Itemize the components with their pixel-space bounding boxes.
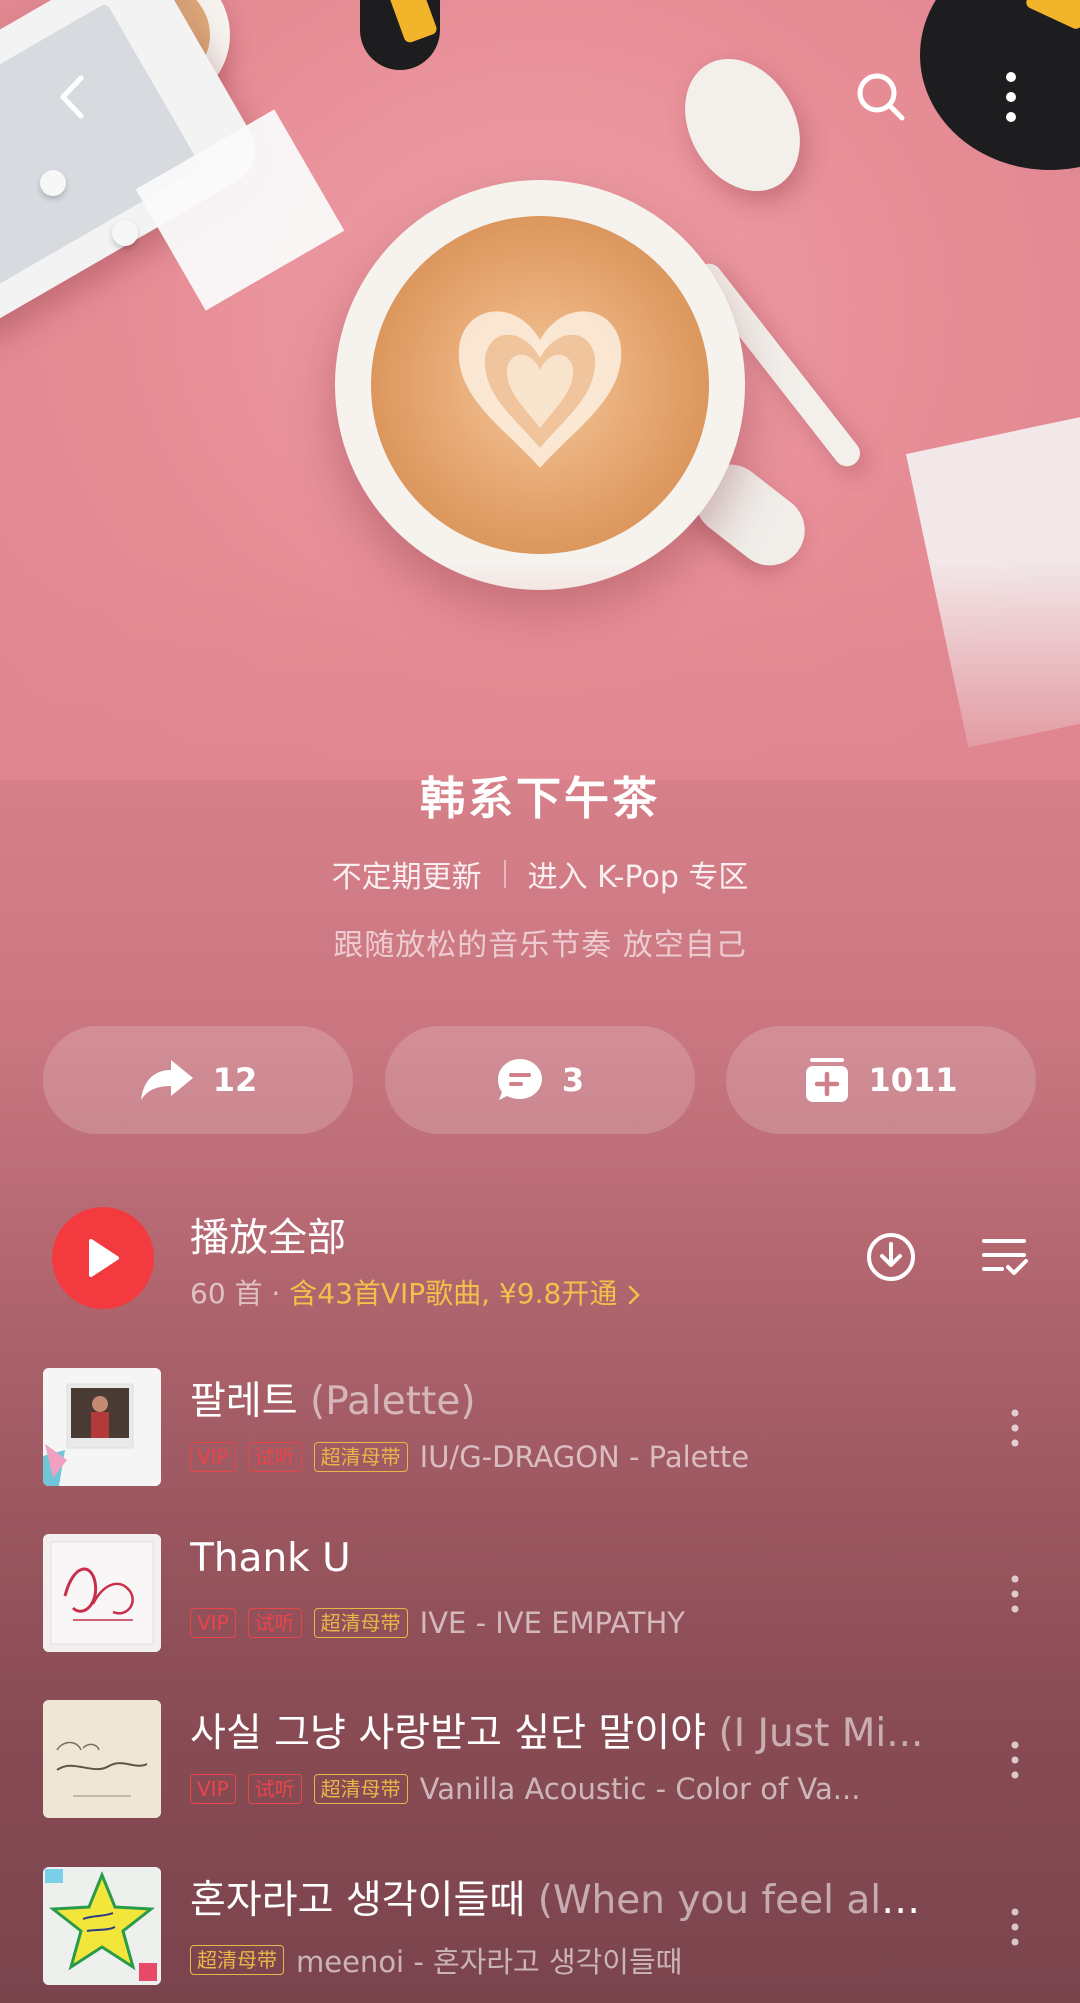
list-check-icon (982, 1239, 1028, 1275)
song-more-button[interactable] (990, 1564, 1040, 1624)
latte-cup (335, 180, 745, 590)
comment-count: 3 (561, 1061, 585, 1099)
preview-badge: 试听 (247, 1442, 302, 1472)
song-row[interactable]: 팔레트 (Palette) VIP 试听 超清母带 IU/G-DRAGON - … (0, 1368, 1080, 1488)
playlist-subinfo: 不定期更新 进入 K-Pop 专区 (0, 852, 1080, 896)
song-row[interactable]: 혼자라고 생각이들때 (When you feel alo... 超清母带 me… (0, 1867, 1080, 1987)
more-vertical-icon (1011, 1908, 1019, 1946)
share-count: 12 (212, 1061, 258, 1099)
vip-badge: VIP (190, 1608, 236, 1638)
download-button[interactable] (856, 1222, 926, 1292)
chevron-left-icon (60, 75, 84, 119)
vip-badge: VIP (190, 1774, 236, 1804)
song-title: Thank U (190, 1536, 940, 1581)
play-all-label[interactable]: 播放全部 (190, 1207, 346, 1263)
master-quality-badge: 超清母带 (190, 1945, 284, 1975)
song-meta: 超清母带 meenoi - 혼자라고 생각이들때 (190, 1939, 950, 1981)
song-row[interactable]: Thank U VIP 试听 超清母带 IVE - IVE EMPATHY (0, 1534, 1080, 1654)
collect-count: 1011 (868, 1061, 958, 1099)
comment-icon (497, 1059, 542, 1100)
add-to-collection-icon (806, 1058, 849, 1102)
master-quality-badge: 超清母带 (313, 1774, 408, 1804)
vip-upgrade-link[interactable]: 含43首VIP歌曲, ¥9.8开通 (289, 1277, 617, 1310)
master-quality-badge: 超清母带 (313, 1608, 408, 1638)
more-options-button[interactable] (976, 62, 1046, 132)
playlist-description: 跟随放松的音乐节奏 放空自己 (333, 928, 747, 963)
master-quality-badge: 超清母带 (313, 1442, 408, 1472)
album-cover (43, 1867, 161, 1985)
vip-badge: VIP (190, 1442, 236, 1472)
song-title-sub: (Palette) (310, 1379, 476, 1424)
song-artist-album: Vanilla Acoustic - Color of Va... (419, 1772, 861, 1806)
song-title: 팔레트 (Palette) (190, 1370, 940, 1426)
song-artist-album: meenoi - 혼자라고 생각이들때 (296, 1945, 683, 1979)
song-title-sub: (When you feel alo... (537, 1878, 940, 1923)
more-vertical-icon (1011, 1575, 1019, 1613)
preview-badge: 试听 (247, 1774, 302, 1804)
playlist-title: 韩系下午茶 (419, 772, 660, 825)
song-title: 사실 그냥 사랑받고 싶단 말이야 (I Just Mi... (190, 1702, 940, 1758)
search-button[interactable] (846, 62, 916, 132)
search-icon (857, 73, 905, 121)
song-more-button[interactable] (990, 1398, 1040, 1458)
preview-badge: 试听 (247, 1608, 302, 1638)
song-row[interactable]: 사실 그냥 사랑받고 싶단 말이야 (I Just Mi... VIP 试听 超… (0, 1700, 1080, 1820)
back-button[interactable] (38, 62, 108, 132)
more-vertical-icon (1006, 72, 1016, 122)
album-cover (43, 1700, 161, 1818)
playlist-cover-image (0, 0, 1080, 780)
collect-button[interactable]: 1011 (726, 1026, 1036, 1134)
share-button[interactable]: 12 (43, 1026, 353, 1134)
spoon (662, 38, 823, 212)
play-icon (89, 1239, 119, 1277)
song-meta: VIP 试听 超清母带 IVE - IVE EMPATHY (190, 1606, 950, 1640)
song-title: 혼자라고 생각이들때 (When you feel alo... (190, 1869, 940, 1925)
more-vertical-icon (1011, 1409, 1019, 1447)
update-frequency: 不定期更新 (331, 860, 482, 895)
share-icon (140, 1060, 193, 1100)
album-cover (43, 1368, 161, 1486)
comment-button[interactable]: 3 (385, 1026, 695, 1134)
song-title-main: 사실 그냥 사랑받고 싶단 말이야 (190, 1711, 707, 1756)
multi-select-button[interactable] (970, 1222, 1040, 1292)
more-vertical-icon (1011, 1741, 1019, 1779)
download-icon (867, 1233, 915, 1281)
song-more-button[interactable] (990, 1730, 1040, 1790)
play-all-subinfo: 60 首 · 含43首VIP歌曲, ¥9.8开通 (190, 1272, 642, 1312)
chevron-right-icon (628, 1285, 641, 1305)
song-title-main: Thank U (190, 1536, 351, 1581)
kpop-zone-link[interactable]: 进入 K-Pop 专区 (528, 852, 749, 896)
song-meta: VIP 试听 超清母带 IU/G-DRAGON - Palette (190, 1440, 950, 1474)
song-title-sub: (I Just Mi... (718, 1711, 924, 1756)
earbud (40, 170, 66, 196)
song-artist-album: IU/G-DRAGON - Palette (419, 1440, 750, 1474)
song-title-main: 팔레트 (190, 1379, 298, 1424)
song-artist-album: IVE - IVE EMPATHY (419, 1606, 685, 1640)
song-count: 60 首 · (190, 1277, 281, 1310)
latte-art-heart (458, 311, 622, 468)
song-more-button[interactable] (990, 1897, 1040, 1957)
album-cover (43, 1534, 161, 1652)
song-title-main: 혼자라고 생각이들때 (190, 1878, 526, 1923)
song-meta: VIP 试听 超清母带 Vanilla Acoustic - Color of … (190, 1772, 950, 1806)
divider (503, 860, 506, 888)
earbud (112, 220, 138, 246)
play-all-button[interactable] (52, 1207, 154, 1309)
